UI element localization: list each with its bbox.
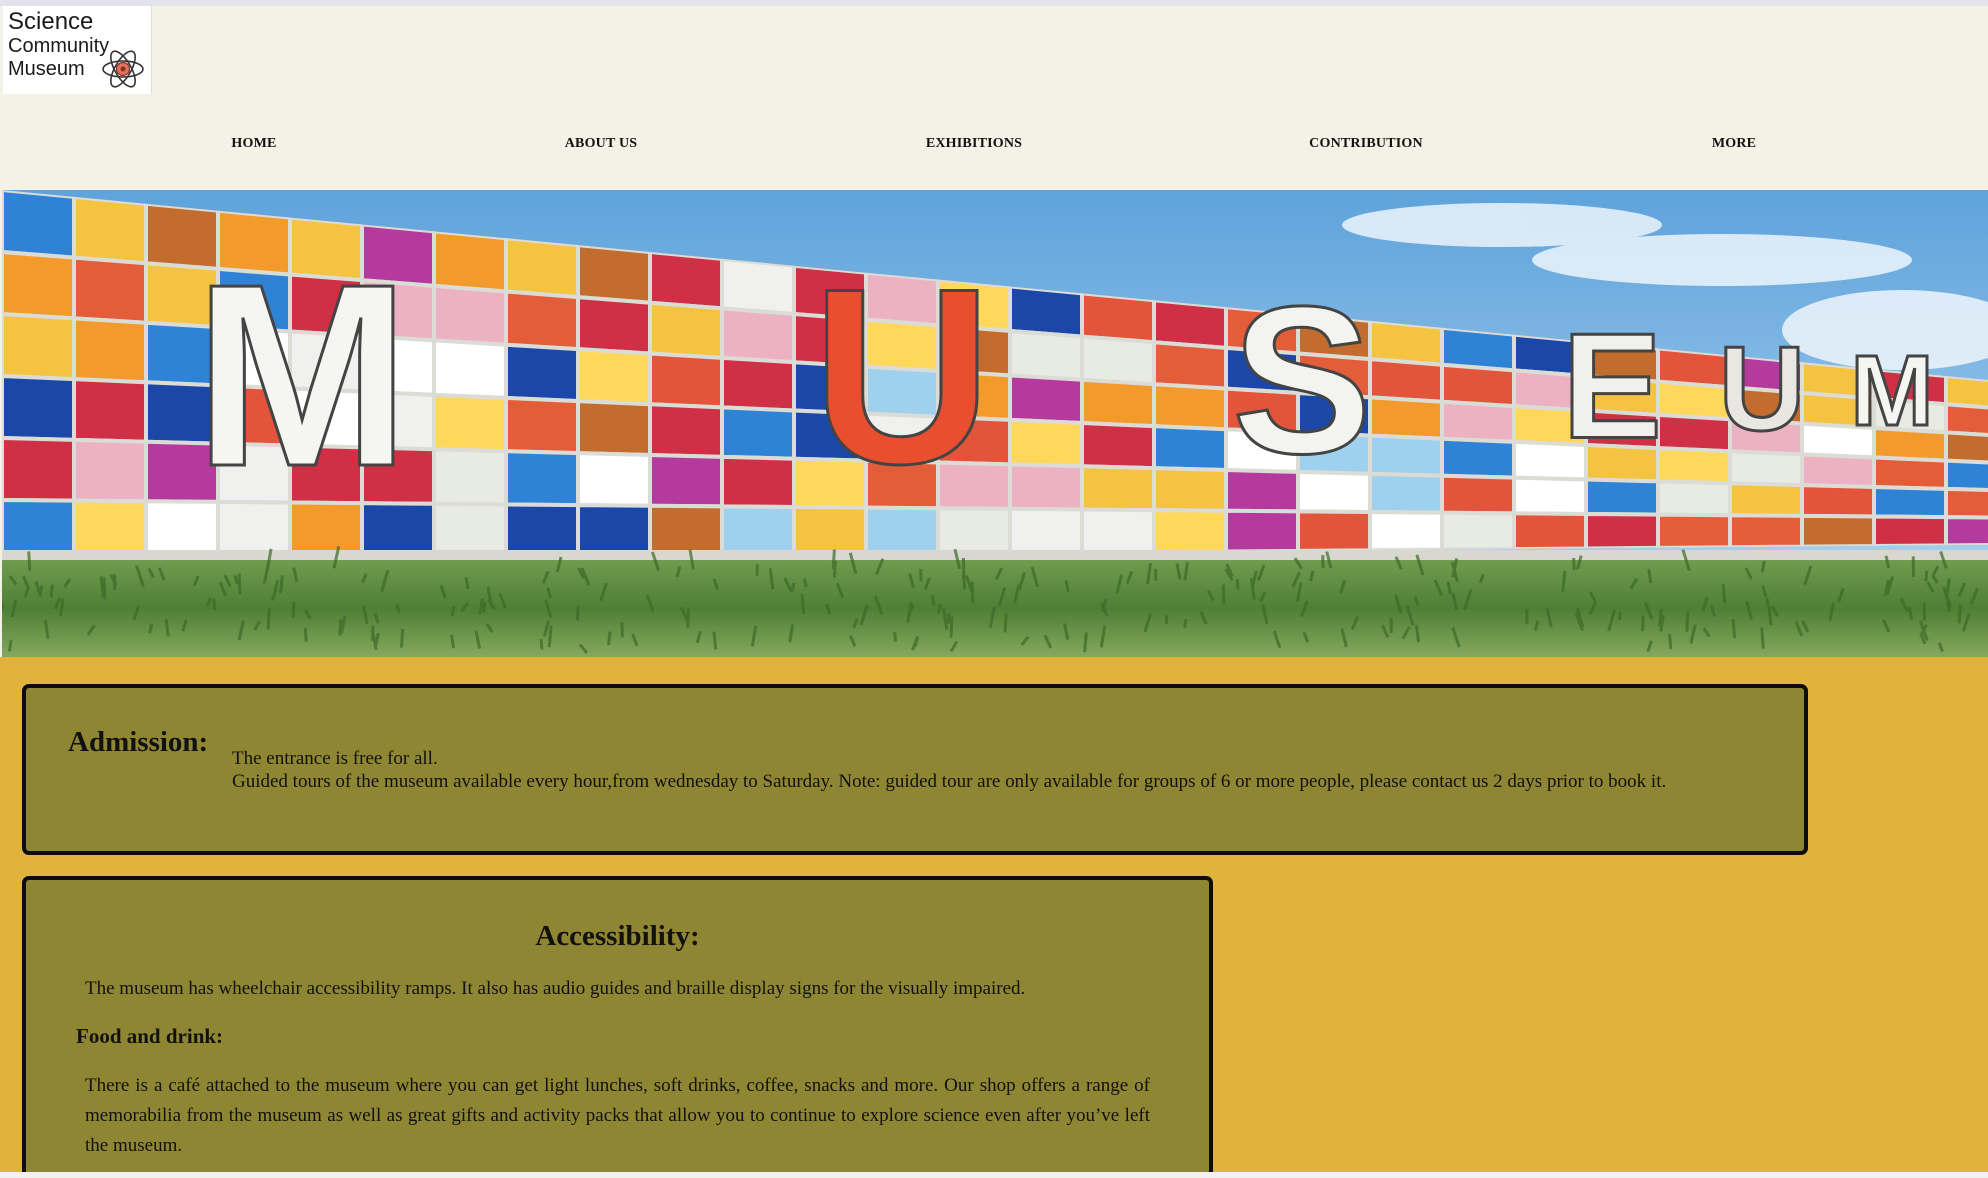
main-navigation: HOME ABOUT US EXHIBITIONS CONTRIBUTION M… [0,95,1988,190]
accessibility-card: Accessibility: The museum has wheelchair… [22,876,1213,1172]
site-header: Science Community Museum [0,6,1988,96]
accessibility-text: The museum has wheelchair accessibility … [85,978,1026,999]
logo-text-line-1: Science [8,8,94,35]
logo-text-line-2: Community [8,35,110,57]
hero-sign-letter: U [1719,322,1806,456]
nav-home[interactable]: HOME [231,136,276,152]
info-section: Admission: The entrance is free for all.… [0,657,1988,1172]
hero-banner-image: MUSEUM [2,190,1988,657]
hero-sign-letter: M [194,231,411,521]
hero-sign-letter: S [1232,263,1372,498]
hero-sign-letter: E [1562,302,1662,470]
hero-sign-letter: M [1850,335,1933,447]
atom-icon [102,50,144,88]
browser-bottom-strip [0,1172,1988,1178]
food-and-drink-text: There is a café attached to the museum w… [85,1075,1150,1156]
nav-more[interactable]: MORE [1712,136,1756,152]
nav-exhibitions[interactable]: EXHIBITIONS [926,136,1022,152]
page: Science Community Museum HOME ABOUT US E… [0,6,1988,1172]
site-logo[interactable]: Science Community Museum [3,6,152,94]
food-and-drink-heading: Food and drink: [76,1024,224,1048]
nav-about-us[interactable]: ABOUT US [565,136,638,152]
logo-text-line-3: Museum [8,58,85,80]
admission-text-line-1: The entrance is free for all. [232,748,438,769]
admission-heading: Admission: [68,726,209,758]
hero-sign-letter: U [812,237,993,516]
nav-contribution[interactable]: CONTRIBUTION [1309,136,1423,152]
admission-card: Admission: The entrance is free for all.… [22,684,1808,855]
accessibility-heading: Accessibility: [535,920,700,952]
admission-text-line-2: Guided tours of the museum available eve… [232,771,1667,792]
